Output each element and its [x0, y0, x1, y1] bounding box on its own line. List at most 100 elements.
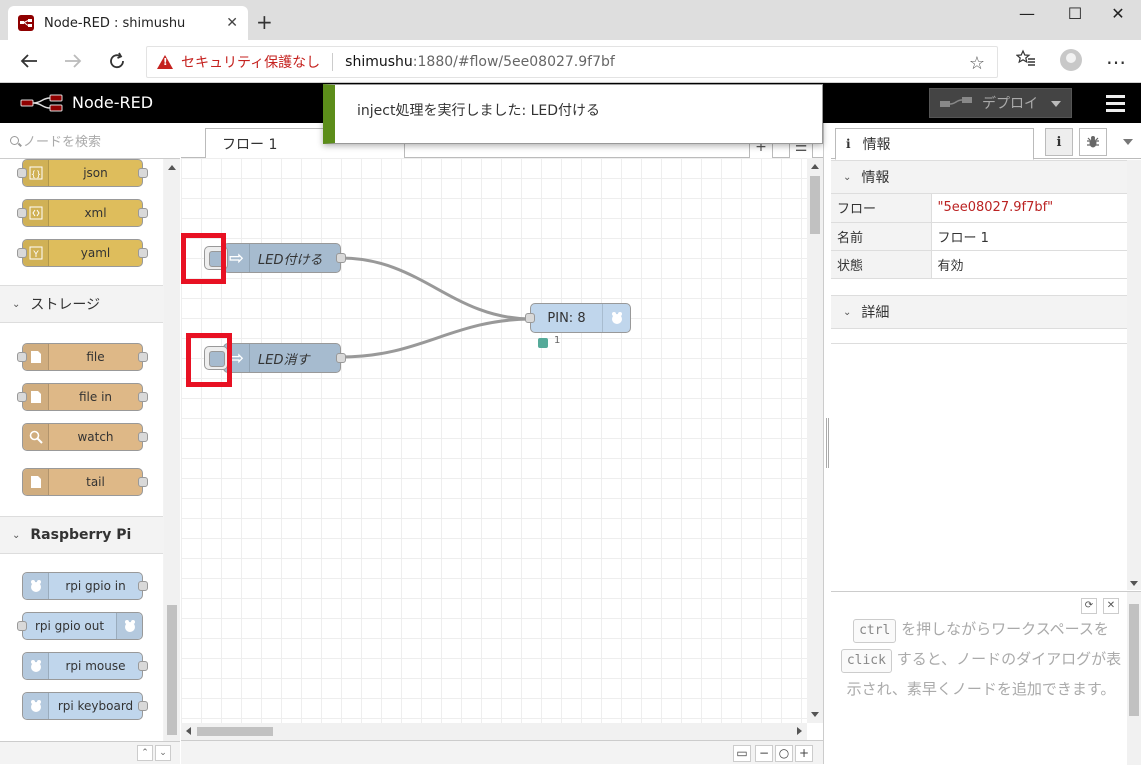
- url-host: shimushu: [345, 54, 413, 70]
- sidebar-menu-dropdown-icon[interactable]: [1123, 139, 1133, 145]
- palette-node-tail[interactable]: tail: [22, 468, 148, 496]
- close-tip-icon[interactable]: ✕: [1103, 598, 1119, 614]
- inject-node-led-off[interactable]: ⇨ LED消す: [204, 343, 346, 373]
- scroll-down-icon[interactable]: [811, 712, 819, 717]
- deploy-button[interactable]: デプロイ: [929, 88, 1072, 118]
- palette-node-watch[interactable]: watch: [22, 423, 148, 451]
- svg-text:Y: Y: [32, 250, 39, 260]
- canvas-horizontal-scrollbar[interactable]: [181, 723, 807, 740]
- category-storage[interactable]: ⌄ ストレージ: [0, 285, 163, 323]
- node-status-dot: [538, 338, 548, 348]
- more-menu-icon[interactable]: …: [1106, 45, 1126, 69]
- deploy-dropdown-icon[interactable]: [1051, 101, 1061, 107]
- favorite-star-icon[interactable]: ☆: [969, 53, 985, 74]
- input-port[interactable]: [525, 313, 535, 323]
- workspace-footer: ▭ − ○ +: [181, 740, 829, 764]
- gpio-out-node[interactable]: PIN: 8: [525, 303, 631, 333]
- palette-node-xml[interactable]: xml: [17, 199, 148, 227]
- palette-scrollbar[interactable]: [164, 159, 180, 744]
- node-label: LED消す: [258, 352, 310, 368]
- scroll-up-icon[interactable]: [168, 165, 176, 170]
- new-tab-button[interactable]: +: [256, 10, 273, 34]
- highlight-box: [181, 233, 226, 284]
- sidebar-scrollbar[interactable]: [1127, 160, 1141, 590]
- info-icon: i: [846, 137, 851, 151]
- palette-node-yaml[interactable]: Y yaml: [17, 239, 148, 267]
- maximize-button[interactable]: ☐: [1052, 4, 1098, 23]
- property-key: 名前: [831, 222, 932, 251]
- reload-icon[interactable]: [104, 48, 130, 74]
- palette-node-file-in[interactable]: file in: [17, 383, 148, 411]
- navigator-map-icon[interactable]: ▭: [733, 745, 751, 762]
- canvas-hscroll-thumb[interactable]: [197, 727, 273, 736]
- back-arrow-icon[interactable]: [16, 48, 42, 74]
- property-value: フロー 1: [931, 222, 1127, 251]
- url-bar[interactable]: ! セキュリティ保護なし shimushu :1880/#flow/5ee080…: [146, 46, 998, 78]
- zoom-in-button[interactable]: +: [795, 745, 813, 762]
- profile-avatar[interactable]: [1060, 49, 1082, 71]
- info-properties-table: フロー "5ee08027.9f7bf" 名前 フロー 1 状態 有効: [831, 194, 1127, 279]
- tab-close-icon[interactable]: ✕: [226, 15, 238, 31]
- collapse-all-icon[interactable]: ⌃: [137, 745, 153, 761]
- palette-search-placeholder: ノードを検索: [23, 135, 102, 150]
- raspberry-icon: [23, 653, 49, 679]
- palette-node-rpi-keyboard[interactable]: rpi keyboard: [22, 692, 148, 720]
- raspberry-icon: [23, 693, 49, 719]
- category-label: Raspberry Pi: [30, 527, 132, 543]
- zoom-reset-button[interactable]: ○: [775, 745, 793, 762]
- parser-category-body: {} json xml Y yaml: [0, 159, 163, 285]
- help-scrollbar[interactable]: [1127, 592, 1141, 765]
- scroll-left-icon[interactable]: [186, 727, 191, 735]
- detail-section-body: [831, 329, 1127, 344]
- info-icon: i: [1056, 134, 1062, 150]
- notification-banner: inject処理を実行しました: LED付ける: [323, 84, 823, 144]
- warning-icon: !: [157, 55, 173, 69]
- info-tab-button[interactable]: i: [1045, 128, 1073, 156]
- minimize-button[interactable]: —: [1004, 4, 1050, 23]
- canvas-vertical-scrollbar[interactable]: [807, 158, 823, 723]
- category-label: ストレージ: [30, 297, 101, 313]
- scroll-down-icon[interactable]: [1130, 581, 1138, 586]
- rpi-category-body: rpi gpio in rpi gpio out rpi mouse rpi k…: [0, 554, 163, 744]
- expand-all-icon[interactable]: ⌄: [155, 745, 171, 761]
- main-menu-icon[interactable]: [1106, 95, 1125, 116]
- palette-node-label: xml: [84, 206, 107, 220]
- palette-node-file[interactable]: file: [17, 343, 148, 371]
- inject-node-led-on[interactable]: ⇨ LED付ける: [204, 243, 346, 273]
- scroll-up-icon[interactable]: [811, 164, 819, 169]
- zoom-out-button[interactable]: −: [755, 745, 773, 762]
- table-row: 状態 有効: [831, 250, 1127, 279]
- forward-arrow-icon[interactable]: [60, 48, 86, 74]
- help-scroll-thumb[interactable]: [1129, 604, 1139, 716]
- output-port[interactable]: [336, 353, 346, 363]
- debug-tab-button[interactable]: [1079, 128, 1107, 156]
- canvas-vscroll-thumb[interactable]: [810, 176, 820, 234]
- palette-node-rpi-gpio-in[interactable]: rpi gpio in: [22, 572, 148, 600]
- palette-node-rpi-mouse[interactable]: rpi mouse: [22, 652, 148, 680]
- palette-scroll-thumb[interactable]: [167, 605, 177, 735]
- refresh-tip-icon[interactable]: ⟳: [1081, 598, 1097, 614]
- palette-node-rpi-gpio-out[interactable]: rpi gpio out: [17, 612, 143, 640]
- workspace-canvas[interactable]: ⇨ LED付ける ⇨ LED消す PIN: 8 1: [181, 158, 807, 723]
- sidebar-tab-label: 情報: [862, 137, 891, 153]
- raspberry-icon: [602, 304, 630, 332]
- section-info-header[interactable]: ⌄ 情報: [831, 160, 1127, 194]
- deploy-icon: [940, 97, 972, 107]
- property-value: "5ee08027.9f7bf": [931, 194, 1127, 223]
- notification-message: inject処理を実行しました: LED付ける: [357, 103, 601, 119]
- palette-node-json[interactable]: {} json: [17, 159, 148, 187]
- close-window-button[interactable]: ✕: [1095, 4, 1141, 23]
- palette-node-label: yaml: [80, 246, 111, 260]
- favorites-list-icon[interactable]: [1015, 49, 1036, 72]
- chevron-down-icon: ⌄: [12, 529, 21, 541]
- security-label[interactable]: セキュリティ保護なし: [181, 52, 320, 72]
- sidebar-splitter[interactable]: [823, 123, 831, 764]
- scroll-right-icon[interactable]: [797, 727, 802, 735]
- palette-search[interactable]: ノードを検索: [0, 123, 180, 159]
- output-port[interactable]: [336, 253, 346, 263]
- section-detail-header[interactable]: ⌄ 詳細: [831, 295, 1127, 329]
- raspberry-icon: [23, 573, 49, 599]
- browser-tab[interactable]: Node-RED : shimushu ✕: [8, 6, 248, 40]
- tab-info[interactable]: i 情報: [835, 128, 1034, 160]
- category-raspberry-pi[interactable]: ⌄ Raspberry Pi: [0, 516, 163, 554]
